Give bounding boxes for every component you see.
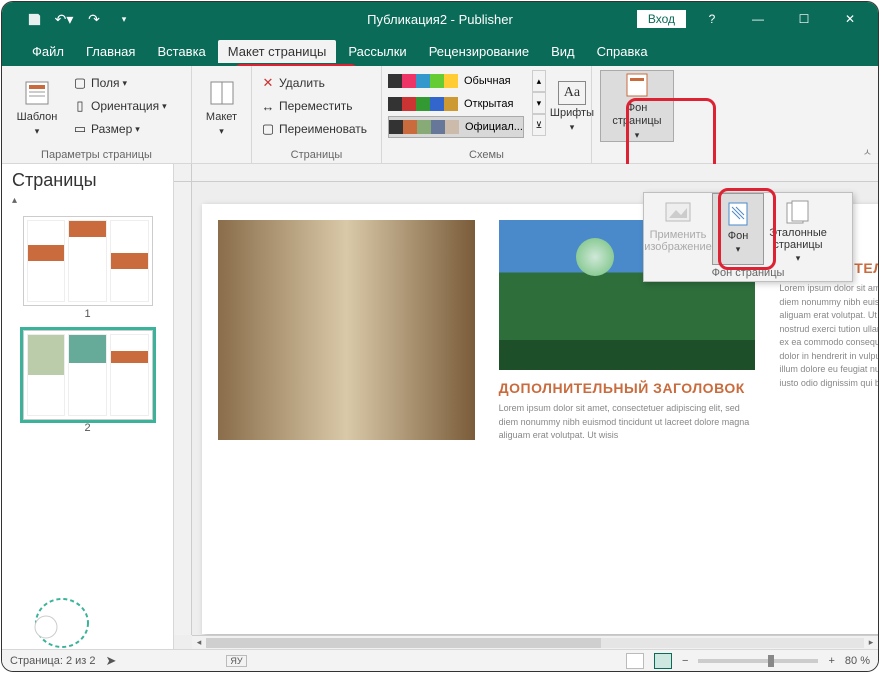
size-button[interactable]: ▭Размер▾: [70, 118, 169, 140]
layout-icon: [206, 77, 238, 109]
view-single-icon[interactable]: [626, 653, 644, 669]
delete-page-button[interactable]: ✕Удалить: [258, 72, 369, 94]
ribbon-collapse-icon[interactable]: ㅅ: [863, 144, 872, 159]
dropdown-icon: ▾: [736, 244, 741, 255]
scheme-open[interactable]: Открытая: [388, 93, 524, 115]
doc-body-2: Lorem ipsum dolor sit amet, consectetuer…: [779, 282, 878, 390]
thumb-1-label: 1: [12, 308, 163, 320]
redo-icon[interactable]: ↷: [82, 7, 106, 31]
tab-mailings[interactable]: Рассылки: [338, 40, 416, 63]
template-label: Шаблон: [17, 111, 58, 124]
group-pages-label: Страницы: [258, 149, 375, 163]
view-spread-icon[interactable]: [654, 653, 672, 669]
rename-icon: ▢: [260, 121, 276, 137]
background-button[interactable]: Фон ▾: [712, 193, 764, 265]
page-bg-icon: [722, 200, 754, 228]
fonts-icon: Aa: [558, 81, 586, 105]
tab-view[interactable]: Вид: [541, 40, 585, 63]
scheme-down[interactable]: ▾: [532, 92, 546, 114]
page-indicator[interactable]: Страница: 2 из 2: [10, 655, 96, 667]
orientation-icon: ▯: [72, 98, 88, 114]
zoom-value[interactable]: 80 %: [845, 655, 870, 667]
template-button[interactable]: Шаблон ▾: [8, 70, 66, 144]
tab-review[interactable]: Рецензирование: [419, 40, 539, 63]
scroll-thumb[interactable]: [206, 638, 601, 648]
zoom-in-icon[interactable]: +: [828, 655, 834, 667]
layout-label: Макет: [206, 111, 237, 124]
ribbon: Шаблон ▾ ▢Поля▾ ▯Ориентация▾ ▭Размер▾ Па…: [2, 66, 878, 164]
horizontal-scrollbar[interactable]: ◂ ▸: [192, 635, 878, 649]
signin-button[interactable]: Вход: [637, 10, 686, 28]
bubble-decoration: [32, 593, 92, 653]
qat-more-icon[interactable]: ▾: [112, 7, 136, 31]
language-indicator[interactable]: ЯУ: [226, 655, 246, 667]
size-icon: ▭: [72, 121, 88, 137]
fonts-label: Шрифты: [550, 107, 594, 120]
zoom-slider[interactable]: [698, 659, 818, 663]
page-thumbnail-2[interactable]: [23, 330, 153, 420]
dropdown-icon: ▾: [635, 130, 640, 141]
dropdown-icon: ▾: [219, 126, 224, 137]
page-thumbnail-1[interactable]: [23, 216, 153, 306]
undo-icon[interactable]: ↶▾: [52, 7, 76, 31]
fonts-button[interactable]: Aa Шрифты ▾: [550, 70, 594, 144]
delete-icon: ✕: [260, 75, 276, 91]
scheme-official[interactable]: Официал...: [388, 116, 524, 138]
master-pages-button[interactable]: Эталонные страницы ▾: [764, 193, 832, 265]
help-icon[interactable]: ?: [692, 5, 732, 33]
group-params-label: Параметры страницы: [8, 149, 185, 163]
scheme-up[interactable]: ▴: [532, 70, 546, 92]
collapse-icon[interactable]: ▴: [12, 195, 163, 206]
zoom-out-icon[interactable]: −: [682, 655, 688, 667]
ruler-corner: [174, 164, 192, 182]
tab-help[interactable]: Справка: [587, 40, 658, 63]
page-bg-label: Фон страницы: [601, 102, 673, 128]
ribbon-tabs: Файл Главная Вставка Макет страницы Расс…: [2, 36, 878, 66]
layout-button[interactable]: Макет ▾: [198, 70, 245, 144]
rename-page-button[interactable]: ▢Переименовать: [258, 118, 369, 140]
apply-image-button: Применить изображение: [644, 193, 712, 265]
tab-pagelayout[interactable]: Макет страницы: [218, 40, 337, 63]
pages-panel: Страницы ▴ 1 2: [2, 164, 174, 649]
dropdown-icon: ▾: [796, 253, 801, 264]
scroll-left-icon[interactable]: ◂: [192, 637, 206, 648]
margins-icon: ▢: [72, 75, 88, 91]
template-icon: [21, 77, 53, 109]
image-icon: [662, 199, 694, 227]
dropdown-icon: ▾: [35, 126, 40, 137]
dropdown-icon: ▾: [570, 122, 575, 133]
pages-panel-title: Страницы: [12, 170, 163, 191]
page-background-popup: Применить изображение Фон ▾ Эталонные ст…: [643, 192, 853, 282]
save-icon[interactable]: [22, 7, 46, 31]
popup-group-label: Фон страницы: [644, 267, 852, 279]
close-icon[interactable]: ✕: [830, 5, 870, 33]
statusbar: Страница: 2 из 2 ➤ ЯУ − + 80 %: [2, 649, 878, 671]
orientation-button[interactable]: ▯Ориентация▾: [70, 95, 169, 117]
doc-body-1: Lorem ipsum dolor sit amet, consectetuer…: [499, 402, 756, 443]
doc-heading-1: ДОПОЛНИТЕЛЬНЫЙ ЗАГОЛОВОК: [499, 380, 756, 396]
ruler-horizontal[interactable]: [192, 164, 878, 182]
thumb-2-label: 2: [12, 422, 163, 434]
tab-home[interactable]: Главная: [76, 40, 145, 63]
page-background-button[interactable]: Фон страницы ▾: [600, 70, 674, 142]
minimize-icon[interactable]: —: [738, 5, 778, 33]
titlebar: ↶▾ ↷ ▾ Публикация2 - Publisher Вход ? — …: [2, 2, 878, 36]
move-page-button[interactable]: ↔Переместить: [258, 95, 369, 117]
scheme-normal[interactable]: Обычная: [388, 70, 524, 92]
group-schemes-label: Схемы: [388, 149, 585, 163]
page-bg-icon: [621, 71, 653, 100]
margins-button[interactable]: ▢Поля▾: [70, 72, 169, 94]
ruler-vertical[interactable]: [174, 182, 192, 635]
maximize-icon[interactable]: ☐: [784, 5, 824, 33]
scheme-more[interactable]: ⊻: [532, 114, 546, 136]
move-icon: ↔: [260, 98, 276, 114]
scroll-right-icon[interactable]: ▸: [864, 637, 878, 648]
master-pages-icon: [782, 199, 814, 225]
tab-insert[interactable]: Вставка: [147, 40, 215, 63]
tab-file[interactable]: Файл: [22, 40, 74, 63]
cursor-icon: ➤: [106, 653, 117, 669]
